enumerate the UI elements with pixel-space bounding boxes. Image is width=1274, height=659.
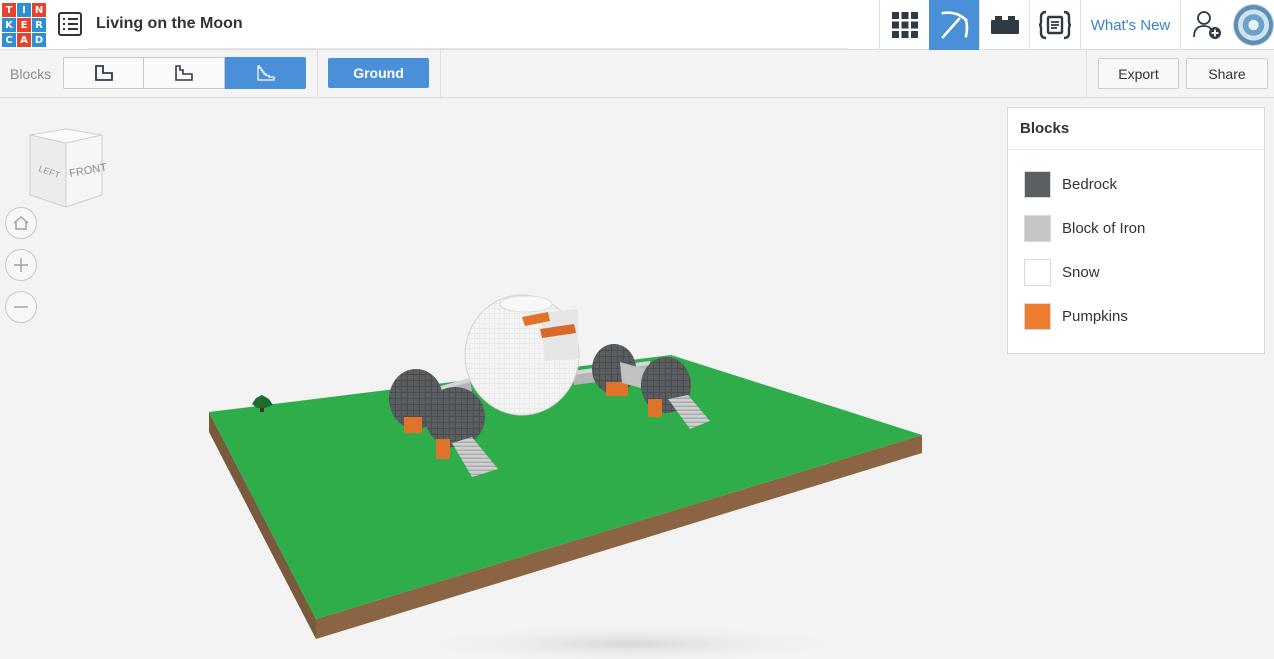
- moon-dome[interactable]: [464, 294, 580, 416]
- brick-mode-button[interactable]: [979, 0, 1029, 50]
- tinkercad-logo[interactable]: TIN KER CAD: [2, 3, 46, 47]
- code-blocks-button[interactable]: [1029, 0, 1080, 50]
- block-label: Block of Iron: [1062, 220, 1146, 237]
- logo-letter: I: [17, 3, 31, 17]
- pickaxe-icon: [941, 11, 969, 39]
- block-swatch: [1024, 259, 1051, 286]
- title-divider: [88, 48, 848, 49]
- ground-toggle-button[interactable]: Ground: [328, 58, 429, 88]
- home-view-button[interactable]: [5, 207, 37, 239]
- view-cube[interactable]: LEFT FRONT: [24, 127, 106, 209]
- toolbar-divider: [440, 50, 441, 98]
- logo-letter: E: [17, 18, 31, 32]
- design-title[interactable]: Living on the Moon: [96, 15, 243, 33]
- zoom-in-button[interactable]: [5, 249, 37, 281]
- block-swatch: [1024, 303, 1051, 330]
- grid-view-icon: [891, 12, 918, 38]
- invite-user-button[interactable]: [1180, 0, 1232, 50]
- blocks-panel-title: Blocks: [1020, 120, 1070, 137]
- share-button[interactable]: Share: [1186, 58, 1268, 89]
- logo-letter: T: [2, 3, 16, 17]
- logo-letter: D: [32, 33, 46, 47]
- block-label: Snow: [1062, 264, 1100, 281]
- ground-top: [209, 355, 922, 619]
- block-mode-1-button[interactable]: [63, 57, 144, 89]
- ground-shadow: [410, 624, 850, 659]
- grid-view-button[interactable]: [879, 0, 929, 50]
- blocks-toolbar: Blocks Ground Export Share: [0, 50, 1274, 98]
- block-step-1-icon: [94, 65, 113, 81]
- add-user-icon: [1192, 11, 1221, 39]
- brick-icon: [990, 16, 1019, 34]
- user-avatar[interactable]: [1233, 4, 1274, 46]
- logo-letter: R: [32, 18, 46, 32]
- toolbar-divider: [1086, 50, 1087, 98]
- block-mode-2-button[interactable]: [144, 57, 225, 89]
- panel-divider: [1008, 149, 1264, 150]
- block-mode-3-button[interactable]: [225, 57, 306, 89]
- block-label: Pumpkins: [1062, 308, 1128, 325]
- whats-new-link[interactable]: What's New: [1080, 0, 1180, 50]
- minus-icon: [14, 306, 28, 308]
- zoom-out-button[interactable]: [5, 291, 37, 323]
- export-button[interactable]: Export: [1098, 58, 1179, 89]
- minecraft-mode-button[interactable]: [929, 0, 979, 50]
- block-item-bedrock[interactable]: Bedrock: [1024, 171, 1254, 199]
- logo-letter: K: [2, 18, 16, 32]
- design-menu-icon[interactable]: [58, 12, 82, 36]
- block-swatch: [1024, 171, 1051, 198]
- code-blocks-icon: [1038, 10, 1072, 40]
- blocks-mode-label: Blocks: [10, 66, 52, 82]
- block-step-2-icon: [175, 65, 193, 81]
- logo-letter: C: [2, 33, 16, 47]
- block-swatch: [1024, 215, 1051, 242]
- block-item-pumpkins[interactable]: Pumpkins: [1024, 303, 1254, 331]
- toolbar-divider: [317, 50, 318, 98]
- logo-letter: A: [17, 33, 31, 47]
- blocks-legend-panel: Blocks Bedrock Block of Iron Snow Pumpki…: [1007, 107, 1265, 354]
- block-item-snow[interactable]: Snow: [1024, 259, 1254, 287]
- home-icon: [13, 216, 29, 230]
- block-step-3-icon: [256, 65, 275, 81]
- plus-icon: [14, 258, 28, 272]
- top-bar: TIN KER CAD Living on the Moon What's New: [0, 0, 1274, 50]
- block-label: Bedrock: [1062, 176, 1118, 193]
- ground-plate[interactable]: [209, 355, 922, 639]
- logo-letter: N: [32, 3, 46, 17]
- block-item-iron[interactable]: Block of Iron: [1024, 215, 1254, 243]
